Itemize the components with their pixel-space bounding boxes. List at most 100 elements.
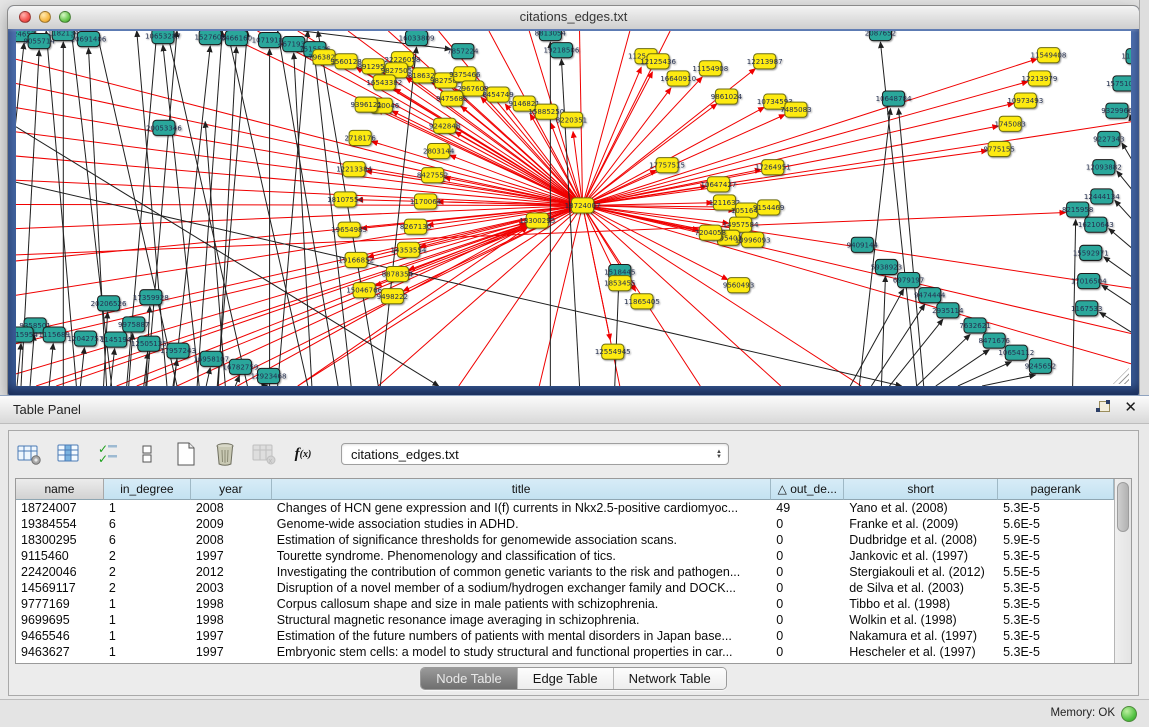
select-all-rows-icon[interactable]: ✓✓ [95,441,121,467]
table-cell[interactable]: 14569117 [16,580,104,596]
graph-node[interactable]: 9329966 [1101,103,1131,118]
graph-node[interactable]: 10654112 [998,345,1034,360]
graph-node[interactable]: 8267130 [400,219,432,234]
table-cell[interactable]: Tibbo et al. (1998) [844,596,998,612]
create-table-icon[interactable] [173,441,199,467]
graph-node[interactable]: 17757515 [649,158,685,173]
tab-network-table[interactable]: Network Table [613,668,726,689]
delete-table-icon[interactable] [212,441,238,467]
table-cell[interactable]: 18300295 [16,532,104,548]
graph-node[interactable]: 2803144 [423,143,455,158]
table-cell[interactable]: 9463627 [16,644,104,660]
table-cell[interactable]: 2008 [191,532,272,548]
table-cell[interactable]: 1997 [191,644,272,660]
graph-node[interactable]: 10648784 [876,91,912,106]
network-graph[interactable]: 2465390557141182134206914061065328715276… [16,31,1131,386]
graph-node[interactable]: 9474444 [914,288,946,303]
table-cell[interactable]: 2012 [191,564,272,580]
graph-node[interactable]: 12213979 [1022,71,1058,86]
column-header-title[interactable]: title [272,479,772,500]
graph-node[interactable]: 19166852 [338,252,374,267]
table-cell[interactable]: 1997 [191,548,272,564]
vertical-scrollbar[interactable] [1114,479,1131,663]
table-cell[interactable]: 5.3E-5 [998,612,1114,628]
table-row[interactable]: 946554611997Estimation of the future num… [16,628,1114,644]
column-visibility-icon[interactable] [56,441,82,467]
graph-node[interactable]: 12093882 [1086,160,1122,175]
graph-node[interactable]: 17359928 [133,290,169,305]
graph-node[interactable]: 17264951 [755,160,791,175]
graph-node[interactable]: 8878354 [382,266,414,281]
graph-node[interactable]: 12444134 [1084,189,1120,204]
table-cell[interactable]: 22420046 [16,564,104,580]
table-row[interactable]: 1830029562008Estimation of significance … [16,532,1114,548]
graph-node[interactable]: 10647427 [700,177,736,192]
table-cell[interactable]: Investigating the contribution of common… [272,564,772,580]
table-cell[interactable]: 9777169 [16,596,104,612]
table-cell[interactable]: 0 [771,628,844,644]
table-cell[interactable]: 2008 [191,500,272,516]
graph-node[interactable]: 20691406 [71,32,107,47]
row-height-icon[interactable] [134,441,160,467]
table-cell[interactable]: Embryonic stem cells: a model to study s… [272,644,772,660]
float-panel-icon[interactable] [1096,401,1110,414]
graph-node[interactable]: 1745083 [995,116,1026,131]
column-header-name[interactable]: name [16,479,104,500]
table-row[interactable]: 977716911998Corpus callosum shape and si… [16,596,1114,612]
graph-node[interactable]: 11154908 [692,61,728,76]
graph-node[interactable]: 15751074 [1106,76,1131,91]
graph-node[interactable]: 20206526 [91,296,127,311]
table-cell[interactable]: 0 [771,516,844,532]
table-cell[interactable]: 2 [104,564,191,580]
graph-node[interactable]: 1112549 [1121,49,1131,64]
table-cell[interactable]: 9115460 [16,548,104,564]
table-cell[interactable]: 5.3E-5 [998,548,1114,564]
table-cell[interactable]: Dudbridge et al. (2008) [844,532,998,548]
table-cell[interactable]: 0 [771,548,844,564]
graph-node[interactable]: 12923468 [251,368,287,383]
table-selector-dropdown[interactable]: citations_edges.txt ▲▼ [341,443,729,465]
table-cell[interactable]: 1998 [191,612,272,628]
table-cell[interactable]: 1998 [191,596,272,612]
table-cell[interactable]: Changes of HCN gene expression and I(f) … [272,500,772,516]
graph-node[interactable]: 10973493 [1007,93,1043,108]
graph-node[interactable]: 1145194 [100,332,132,347]
table-cell[interactable]: 9699695 [16,612,104,628]
graph-node[interactable]: 2087652 [865,31,896,41]
graph-node[interactable]: 10996093 [735,232,771,247]
graph-node[interactable]: 9409144 [847,237,879,252]
table-cell[interactable]: 18724007 [16,500,104,516]
table-cell[interactable]: 5.5E-5 [998,564,1114,580]
table-cell[interactable]: Hescheler et al. (1997) [844,644,998,660]
graph-node[interactable]: 8220351 [556,112,587,127]
column-header-year[interactable]: year [191,479,272,500]
table-cell[interactable]: 0 [771,596,844,612]
graph-node[interactable]: 19654985 [331,222,367,237]
table-cell[interactable]: 1997 [191,628,272,644]
table-cell[interactable]: 5.3E-5 [998,644,1114,660]
table-row[interactable]: 1456911722003Disruption of a novel membe… [16,580,1114,596]
table-cell[interactable]: 1 [104,612,191,628]
graph-node[interactable]: 8427552 [417,168,448,183]
window-titlebar[interactable]: citations_edges.txt [8,6,1139,30]
table-cell[interactable]: 49 [771,500,844,516]
table-cell[interactable]: Genome-wide association studies in ADHD. [272,516,772,532]
graph-node[interactable]: 7857224 [447,44,479,59]
table-cell[interactable]: Franke et al. (2009) [844,516,998,532]
graph-node[interactable]: 15592971 [1073,245,1109,260]
table-cell[interactable]: 19384554 [16,516,104,532]
graph-node[interactable]: 16543382 [366,75,402,90]
graph-node[interactable]: 3315954 [16,327,38,342]
table-cell[interactable]: 5.3E-5 [998,580,1114,596]
table-row[interactable]: 969969511998Structural magnetic resonanc… [16,612,1114,628]
graph-node[interactable]: 20053346 [146,120,182,135]
graph-node[interactable]: 5938923 [871,259,902,274]
graph-node[interactable]: 16640910 [660,71,696,86]
table-cell[interactable]: Stergiakouli et al. (2012) [844,564,998,580]
table-cell[interactable]: 1 [104,628,191,644]
table-cell[interactable]: 2 [104,548,191,564]
scrollbar-thumb[interactable] [1117,482,1129,532]
table-cell[interactable]: Estimation of significance thresholds fo… [272,532,772,548]
graph-node[interactable]: 9775155 [983,141,1014,156]
table-cell[interactable]: Tourette syndrome. Phenomenology and cla… [272,548,772,564]
